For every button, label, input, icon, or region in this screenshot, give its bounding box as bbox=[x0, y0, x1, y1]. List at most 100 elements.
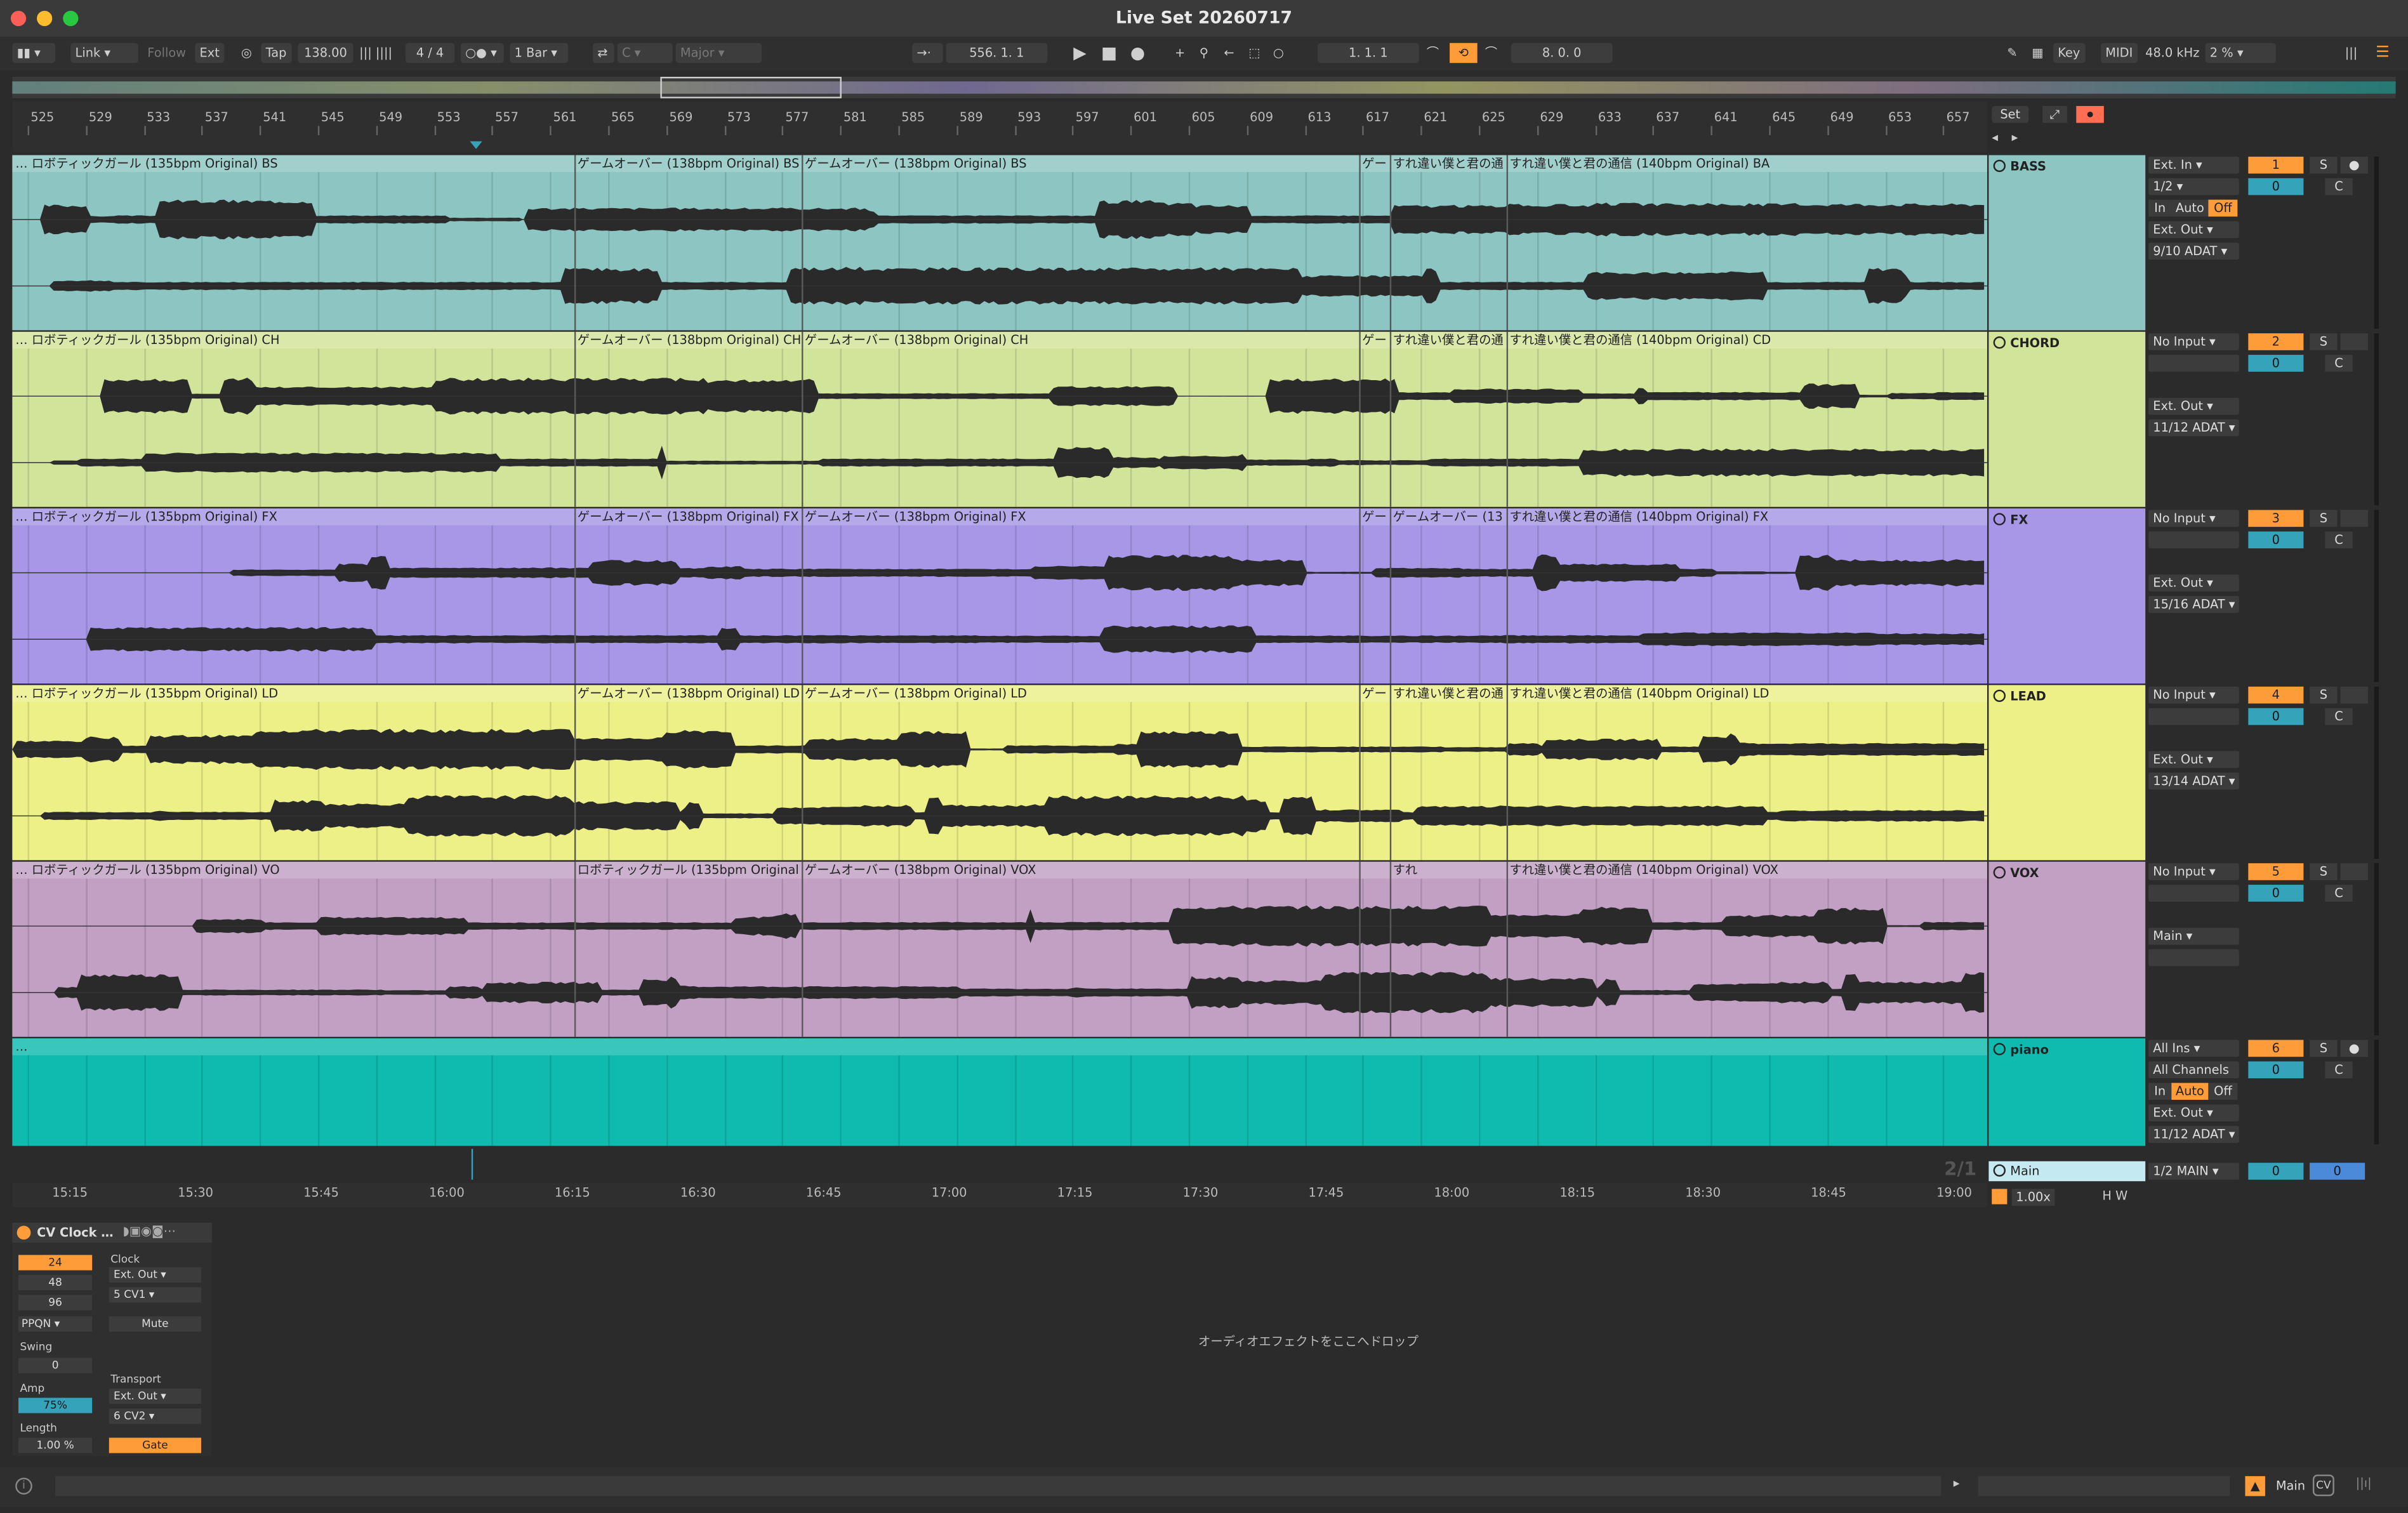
follow-arrow-icon[interactable]: →· bbox=[912, 43, 943, 63]
crossfade-button[interactable]: C bbox=[2325, 531, 2353, 549]
link-button[interactable]: Link ▾ bbox=[70, 43, 138, 63]
metronome-toggle-icon[interactable]: ○● ▾ bbox=[460, 43, 504, 63]
loop-switch-icon[interactable]: ⟲ bbox=[1450, 43, 1478, 63]
transport-output-dropdown[interactable]: Ext. Out ▾ bbox=[109, 1388, 201, 1404]
clip-title[interactable]: ゲームオーバー (138bpm Original) FX bbox=[574, 508, 802, 525]
clip-title[interactable]: … ロボティックガール (135bpm Original) BS bbox=[12, 155, 574, 173]
input-channel-dropdown[interactable] bbox=[2148, 708, 2239, 725]
follow-button[interactable]: Follow bbox=[143, 43, 190, 63]
solo-button[interactable]: S bbox=[2310, 686, 2338, 704]
crossfade-button[interactable]: C bbox=[2325, 708, 2353, 725]
clip-title[interactable]: … ロボティックガール (135bpm Original) FX bbox=[12, 508, 574, 525]
tempo-field[interactable]: 138.00 bbox=[298, 43, 354, 63]
clip-title[interactable] bbox=[1359, 861, 1390, 879]
clip-title[interactable]: ゲー bbox=[1359, 508, 1390, 525]
output-type-dropdown[interactable]: Ext. Out ▾ bbox=[2148, 221, 2239, 239]
clip-title[interactable]: ゲームオーバー (13 bbox=[1389, 508, 1507, 525]
transport-channel-dropdown[interactable]: 6 CV2 ▾ bbox=[109, 1408, 201, 1424]
clip-title[interactable]: すれ違い僕と君の通信 (140bpm Original) BA bbox=[1506, 155, 1987, 173]
back-to-arrangement-icon[interactable]: ← bbox=[1219, 43, 1239, 63]
arm-icon[interactable] bbox=[2340, 863, 2369, 880]
input-type-dropdown[interactable]: Ext. In ▾ bbox=[2148, 156, 2239, 174]
clip-title[interactable]: ゲームオーバー (138bpm Original) CH bbox=[574, 331, 802, 349]
clip-title[interactable]: すれ違い僕と君の通信 (140bpm Original) LD bbox=[1506, 685, 1987, 703]
monitor-in[interactable]: In bbox=[2148, 199, 2172, 217]
arrangement-record-icon[interactable]: ⏺ bbox=[2076, 106, 2104, 123]
ppqn-96-button[interactable]: 96 bbox=[18, 1295, 93, 1311]
main-track-header[interactable]: Main bbox=[1988, 1161, 2146, 1182]
arrangement-position-field[interactable]: 556. 1. 1 bbox=[946, 43, 1048, 63]
clip-title[interactable]: ゲームオーバー (138bpm Original) LD bbox=[574, 685, 802, 703]
monitor-off[interactable]: Off bbox=[2208, 199, 2238, 217]
crossfade-button[interactable]: C bbox=[2325, 885, 2353, 902]
quantize-dropdown[interactable]: 1 Bar ▾ bbox=[510, 43, 569, 63]
fold-icon[interactable] bbox=[1993, 159, 2006, 173]
input-channel-dropdown[interactable]: All Channels ▾ bbox=[2148, 1061, 2239, 1093]
expand-icon[interactable]: ⤢ bbox=[2042, 106, 2067, 123]
stop-icon[interactable]: ■ bbox=[1097, 43, 1122, 63]
clip-title[interactable]: ロボティックガール (135bpm Original bbox=[574, 861, 802, 879]
output-type-dropdown[interactable]: Ext. Out ▾ bbox=[2148, 397, 2239, 415]
track-volume-field[interactable]: 0 bbox=[2248, 531, 2304, 549]
scale-dropdown[interactable]: Major ▾ bbox=[675, 43, 762, 63]
session-record-icon[interactable]: ○ bbox=[1269, 43, 1288, 63]
loop-start-field[interactable]: 1. 1. 1 bbox=[1318, 43, 1419, 63]
clip-title[interactable]: ゲームオーバー (138bpm Original) CH bbox=[802, 331, 1359, 349]
gate-button[interactable]: Gate bbox=[109, 1437, 201, 1453]
solo-button[interactable]: S bbox=[2310, 156, 2338, 174]
clip-title[interactable]: … ロボティックガール (135bpm Original) LD bbox=[12, 685, 574, 703]
arm-icon[interactable]: ● bbox=[2340, 156, 2369, 174]
capture-icon[interactable]: ⬚ bbox=[1244, 43, 1265, 63]
track-activator[interactable]: 3 bbox=[2248, 510, 2304, 527]
clock-channel-dropdown[interactable]: 5 CV1 ▾ bbox=[109, 1287, 201, 1303]
input-channel-dropdown[interactable] bbox=[2148, 355, 2239, 372]
key-follow-icon[interactable]: ⇄ bbox=[592, 43, 614, 63]
metronome-icon[interactable]: ◎ bbox=[237, 43, 256, 63]
fold-icon[interactable] bbox=[1993, 1043, 2006, 1055]
punch-in-icon[interactable]: ⌒ bbox=[1422, 43, 1444, 63]
overdub-icon[interactable]: + bbox=[1170, 43, 1190, 63]
output-channel-dropdown[interactable]: 11/12 ADAT ▾ bbox=[2148, 1126, 2239, 1143]
solo-button[interactable]: S bbox=[2310, 333, 2338, 350]
midi-map-button[interactable]: MIDI bbox=[2101, 43, 2138, 63]
crossfade-button[interactable]: C bbox=[2325, 1061, 2353, 1079]
clip-title[interactable]: すれ違い僕と君の通 bbox=[1389, 331, 1507, 349]
view-toggle-icon[interactable]: ▮▮ ▾ bbox=[12, 43, 56, 63]
view-split-icon[interactable]: ||| bbox=[2340, 43, 2362, 63]
nudge-icon[interactable]: ||| |||| bbox=[355, 43, 397, 63]
time-signature-field[interactable]: 4 / 4 bbox=[405, 43, 455, 63]
main-tempo-follow-icon[interactable] bbox=[1992, 1189, 2008, 1205]
output-channel-dropdown[interactable] bbox=[2148, 949, 2239, 967]
device-options-icon[interactable]: ◗▣◉◙⋯ bbox=[123, 1224, 176, 1238]
track-activator[interactable]: 4 bbox=[2248, 686, 2304, 704]
monitor-auto[interactable]: Auto bbox=[2171, 1083, 2209, 1100]
clip-title[interactable]: すれ bbox=[1389, 861, 1507, 879]
clip-title[interactable]: … bbox=[12, 1038, 1987, 1055]
track-header-piano[interactable]: piano bbox=[1988, 1038, 2146, 1146]
beat-time-ruler[interactable]: 525 529 533 537 541 545 549 553 557 561 565 569 573 5… bbox=[12, 101, 1987, 152]
output-type-dropdown[interactable]: Ext. Out ▾ bbox=[2148, 1104, 2239, 1121]
clip-title[interactable]: … ロボティックガール (135bpm Original) VO bbox=[12, 861, 574, 879]
input-channel-dropdown[interactable] bbox=[2148, 531, 2239, 549]
track-volume-field[interactable]: 0 bbox=[2248, 708, 2304, 725]
monitor-in[interactable]: In bbox=[2148, 1083, 2172, 1100]
output-type-dropdown[interactable]: Ext. Out ▾ bbox=[2148, 574, 2239, 591]
track-volume-field[interactable]: 0 bbox=[2248, 355, 2304, 372]
track-lane-bass[interactable]: … ロボティックガール (135bpm Original) BS ゲームオーバー … bbox=[12, 155, 1987, 331]
cv-tools-icon[interactable]: CV bbox=[2312, 1474, 2334, 1496]
monitor-off[interactable]: Off bbox=[2208, 1083, 2238, 1100]
playhead-marker-icon[interactable] bbox=[470, 141, 482, 149]
monitor-switch[interactable]: In Auto Off bbox=[2148, 1083, 2240, 1100]
input-type-dropdown[interactable]: All Ins ▾ bbox=[2148, 1040, 2239, 1057]
output-channel-dropdown[interactable]: 11/12 ADAT ▾ bbox=[2148, 419, 2239, 437]
clip-title[interactable]: … ロボティックガール (135bpm Original) CH bbox=[12, 331, 574, 349]
output-type-dropdown[interactable]: Ext. Out ▾ bbox=[2148, 751, 2239, 769]
track-header-fx[interactable]: FX bbox=[1988, 508, 2146, 684]
main-track-lane[interactable]: 2/1 bbox=[12, 1149, 1987, 1180]
clip-title[interactable]: ゲームオーバー (138bpm Original) BS bbox=[574, 155, 802, 173]
ppqn-dropdown[interactable]: PPQN ▾ bbox=[18, 1316, 93, 1332]
input-type-dropdown[interactable]: No Input ▾ bbox=[2148, 686, 2239, 704]
crossfade-button[interactable]: C bbox=[2325, 178, 2353, 195]
overview-viewport[interactable] bbox=[660, 77, 842, 98]
monitor-auto[interactable]: Auto bbox=[2171, 199, 2209, 217]
